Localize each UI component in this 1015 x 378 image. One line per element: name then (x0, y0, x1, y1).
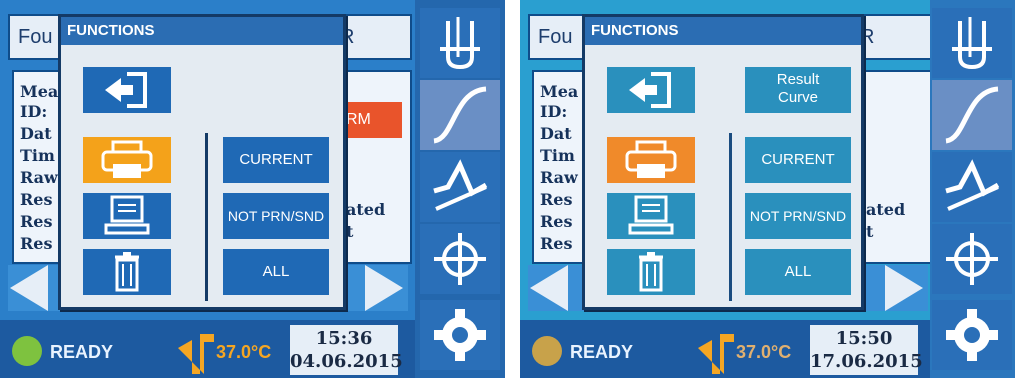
curve-icon (945, 86, 999, 144)
kinetics-icon (945, 159, 1000, 211)
crosshair-button[interactable] (420, 224, 500, 294)
send-to-pc-button[interactable] (607, 193, 695, 239)
trash-icon (115, 252, 139, 292)
info-row: Res (20, 190, 53, 209)
info-row: Res (20, 234, 53, 253)
instrument-screen-2: Fou R Mea ID: Dat Tim Raw Res Res Res at… (520, 0, 1015, 378)
print-all-button[interactable]: ALL (223, 249, 329, 295)
info-row: Tim (540, 146, 575, 165)
cuvette-icon (952, 17, 992, 70)
info-row: Res (540, 212, 573, 231)
info-fragment: t (866, 222, 874, 241)
functions-dialog: FUNCTIONS Result Curve CURRENT NOT PRN/S… (582, 14, 864, 310)
exit-icon (629, 72, 671, 108)
computer-icon (628, 195, 674, 235)
kinetics-button[interactable] (932, 152, 1012, 222)
trash-icon (639, 252, 663, 292)
info-row: Tim (20, 146, 55, 165)
dialog-title: FUNCTIONS (61, 17, 343, 45)
result-curve-label-line1: Result (776, 71, 820, 88)
curve-button[interactable] (420, 80, 500, 150)
curve-button[interactable] (932, 80, 1012, 150)
exit-button[interactable] (83, 67, 171, 113)
delete-button[interactable] (83, 249, 171, 295)
exit-button[interactable] (607, 67, 695, 113)
arrow-right-icon[interactable] (885, 265, 923, 311)
info-row: ID: (20, 102, 48, 121)
delete-button[interactable] (607, 249, 695, 295)
print-not-printed-button[interactable]: NOT PRN/SND (223, 193, 329, 239)
info-fragment: ated (866, 200, 906, 219)
info-row: Raw (540, 168, 578, 187)
ready-indicator-icon (12, 336, 42, 366)
clock-date: 17.06.2015 (810, 351, 923, 372)
cuvette-button[interactable] (420, 8, 500, 78)
print-button[interactable] (83, 137, 171, 183)
curve-icon (433, 86, 487, 144)
gear-icon (434, 309, 486, 361)
thermometer-icon (698, 334, 734, 374)
datetime-display: 15:36 04.06.2015 (290, 325, 403, 375)
clock-date: 04.06.2015 (290, 351, 403, 372)
info-row: Mea (540, 82, 579, 101)
printer-icon (101, 140, 153, 178)
crosshair-button[interactable] (932, 224, 1012, 294)
dialog-divider (729, 133, 732, 301)
arrow-left-icon[interactable] (530, 265, 568, 311)
ready-status-text: READY (570, 342, 634, 362)
info-row: Dat (540, 124, 572, 143)
ready-indicator-icon (532, 336, 562, 366)
computer-icon (104, 195, 150, 235)
clock-time: 15:50 (835, 328, 893, 349)
info-row: ID: (540, 102, 568, 121)
crosshair-icon (946, 233, 998, 285)
temperature-readout: 37.0°C (736, 342, 792, 362)
send-to-pc-button[interactable] (83, 193, 171, 239)
arrow-right-icon[interactable] (365, 265, 403, 311)
ready-status-text: READY (50, 342, 114, 362)
gear-icon (946, 309, 998, 361)
print-button[interactable] (607, 137, 695, 183)
thermometer-icon (178, 334, 214, 374)
datetime-display: 15:50 17.06.2015 (810, 325, 923, 375)
result-curve-button[interactable]: Result Curve (745, 67, 851, 113)
functions-dialog: FUNCTIONS CURRENT NOT PRN/SND ALL (58, 14, 346, 310)
instrument-screen-1: Fou R Mea ID: Dat Tim Raw Res Res Res RM… (0, 0, 505, 378)
settings-button[interactable] (420, 300, 500, 370)
info-row: Res (540, 190, 573, 209)
print-all-button[interactable]: ALL (745, 249, 851, 295)
warning-tag: RM (340, 102, 402, 138)
arrow-left-icon[interactable] (10, 265, 48, 311)
print-current-button[interactable]: CURRENT (223, 137, 329, 183)
page-title: Fou (538, 26, 573, 48)
result-curve-label-line2: Curve (777, 89, 818, 106)
dialog-divider (205, 133, 208, 301)
settings-button[interactable] (932, 300, 1012, 370)
info-fragment: ated (346, 200, 386, 219)
print-not-printed-button[interactable]: NOT PRN/SND (745, 193, 851, 239)
exit-icon (105, 72, 147, 108)
info-row: Res (20, 212, 53, 231)
cuvette-icon (440, 17, 480, 70)
crosshair-icon (434, 233, 486, 285)
info-row: Mea (20, 82, 59, 101)
dialog-title: FUNCTIONS (585, 17, 861, 45)
print-current-button[interactable]: CURRENT (745, 137, 851, 183)
kinetics-icon (433, 159, 488, 211)
kinetics-button[interactable] (420, 152, 500, 222)
info-row: Dat (20, 124, 52, 143)
clock-time: 15:36 (315, 328, 373, 349)
temperature-readout: 37.0°C (216, 342, 272, 362)
page-title: Fou (18, 26, 53, 48)
info-row: Raw (20, 168, 58, 187)
printer-icon (625, 140, 677, 178)
cuvette-button[interactable] (932, 8, 1012, 78)
info-row: Res (540, 234, 573, 253)
info-fragment: t (346, 222, 354, 241)
